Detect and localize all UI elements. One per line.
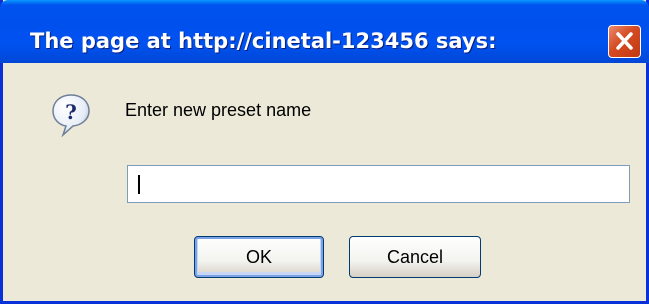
text-caret — [138, 175, 140, 194]
question-icon: ? — [51, 93, 91, 138]
dialog-body: ? Enter new preset name OK Cancel — [3, 63, 646, 301]
cancel-button[interactable]: Cancel — [349, 236, 481, 278]
window-title: The page at http://cinetal-123456 says: — [30, 29, 497, 53]
ok-button[interactable]: OK — [194, 236, 324, 278]
prompt-dialog: The page at http://cinetal-123456 says: … — [0, 0, 649, 304]
close-button[interactable] — [608, 25, 641, 58]
svg-text:?: ? — [65, 100, 77, 124]
prompt-label: Enter new preset name — [125, 100, 312, 120]
title-bar[interactable]: The page at http://cinetal-123456 says: — [0, 0, 649, 63]
close-icon — [616, 32, 633, 50]
preset-name-input[interactable] — [127, 165, 630, 203]
